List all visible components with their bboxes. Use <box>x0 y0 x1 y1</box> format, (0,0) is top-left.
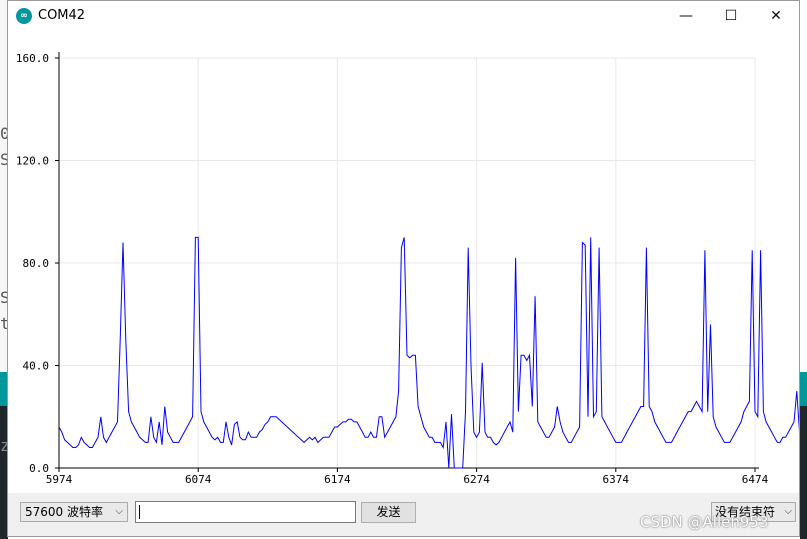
x-tick-label: 6374 <box>603 473 630 486</box>
x-tick-label: 6274 <box>463 473 490 486</box>
y-tick-label: 40.0 <box>23 360 50 373</box>
x-tick-label: 6074 <box>185 473 212 486</box>
desktop-background-teal-strip-right <box>800 372 807 406</box>
serial-plotter-window: ∞ COM42 — ☐ ✕ 0.0 40.0 80.0 120.0 160.0 5974 6… <box>7 0 800 537</box>
baud-rate-select[interactable]: 57600 波特率 ⌵ <box>20 502 128 522</box>
baud-rate-value: 57600 波特率 <box>25 505 103 519</box>
serial-plot-chart: 0.040.080.0120.0160.05974 6074 6174 6274 637… <box>16 52 799 486</box>
watermark-text: CSDN @Allen953 <box>640 513 769 531</box>
chevron-down-icon: ⌵ <box>115 506 123 517</box>
y-tick-label: 80.0 <box>23 257 50 270</box>
y-tick-label: 160.0 <box>16 52 49 65</box>
chevron-down-icon: ⌵ <box>784 506 792 517</box>
close-button[interactable]: ✕ <box>753 1 799 31</box>
x-tick-label: 5974 <box>46 473 73 486</box>
title-bar[interactable]: ∞ COM42 — ☐ ✕ <box>8 1 799 31</box>
desktop-background-dark-strip-right <box>800 406 807 539</box>
window-title: COM42 <box>38 8 86 23</box>
maximize-button[interactable]: ☐ <box>708 1 754 31</box>
minimize-button[interactable]: — <box>663 1 709 31</box>
text-caret <box>139 505 140 519</box>
series-line <box>58 236 799 469</box>
send-input[interactable] <box>135 501 356 523</box>
x-tick-label: 6474 <box>742 473 769 486</box>
y-tick-label: 120.0 <box>16 155 49 168</box>
arduino-infinity-icon: ∞ <box>16 8 32 24</box>
send-button[interactable]: 发送 <box>361 502 416 523</box>
x-tick-label: 6174 <box>324 473 351 486</box>
